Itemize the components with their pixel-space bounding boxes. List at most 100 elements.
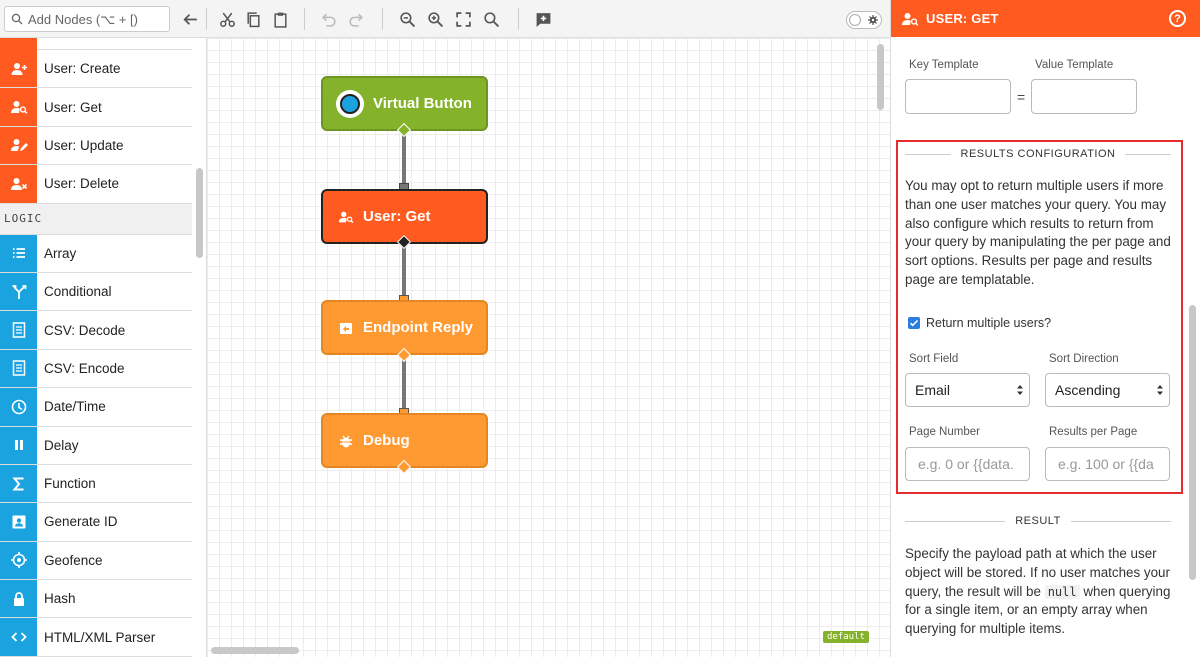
node-label: Endpoint Reply [363,319,473,336]
help-icon[interactable]: ? [1169,10,1186,27]
result-null-code: null [1044,584,1080,599]
fit-screen-icon[interactable] [453,9,473,29]
toolbar-separator [518,8,519,30]
search-box[interactable] [4,6,170,32]
sort-direction-value: Ascending [1055,382,1121,398]
palette-section-logic: LOGIC [0,203,192,235]
palette-item-label: User: Delete [44,176,120,192]
palette-item-generate-id[interactable]: Generate ID [0,503,192,542]
connection-wire [402,244,406,300]
palette-item-label: Delay [44,437,79,453]
user-delete-icon [0,165,37,203]
csv-encode-icon [0,349,37,388]
connection-wire [402,355,406,413]
lock-icon [0,580,37,618]
results-configuration-title: RESULTS CONFIGURATION [960,148,1116,160]
back-arrow-icon[interactable] [180,9,200,29]
node-palette-list: User: Create User: Get User: Update User… [0,38,192,657]
page-number-input[interactable] [905,447,1030,481]
palette-item-delay[interactable]: Delay [0,426,192,465]
return-multiple-label: Return multiple users? [926,316,1052,330]
node-endpoint-reply[interactable]: Endpoint Reply [321,300,488,355]
reply-icon [340,322,352,334]
canvas-vertical-scrollbar[interactable] [877,44,884,110]
palette-item-conditional[interactable]: Conditional [0,272,192,312]
results-per-page-label: Results per Page [1049,426,1138,438]
select-arrows-icon [1017,385,1023,395]
sigma-icon [0,464,37,503]
paste-icon[interactable] [270,9,290,29]
sort-field-select[interactable]: Email [905,373,1030,407]
sort-field-value: Email [915,382,951,398]
toolbar-separator [206,8,207,30]
results-per-page-input[interactable] [1045,447,1170,481]
palette-item-label: Generate ID [44,514,118,530]
user-search-icon [338,211,354,223]
palette-item-csv-decode[interactable]: CSV: Decode [0,311,192,350]
node-palette-sidebar: User: Create User: Get User: Update User… [0,38,207,657]
panel-title: USER: GET [926,11,999,26]
copy-icon[interactable] [243,9,263,29]
sort-direction-label: Sort Direction [1049,353,1119,365]
result-description: Specify the payload path at which the us… [905,545,1173,639]
node-label: Debug [363,432,410,449]
connection-wire [402,131,406,189]
panel-scrollbar[interactable] [1189,305,1196,580]
add-comment-icon[interactable] [533,9,553,29]
user-search-icon [902,12,919,26]
panel-header: USER: GET ? [891,0,1200,37]
redo-icon[interactable] [346,9,366,29]
zoom-in-icon[interactable] [425,9,445,29]
result-heading: RESULT [905,515,1171,527]
canvas-horizontal-scrollbar[interactable] [211,647,299,654]
palette-item-hash[interactable]: Hash [0,580,192,619]
sidebar-scrollbar[interactable] [196,168,203,258]
palette-item-label: Hash [44,591,76,607]
palette-item-array[interactable]: Array [0,234,192,273]
gear-icon [868,15,878,25]
palette-item-user-update[interactable]: User: Update [0,126,192,166]
code-icon [0,618,37,656]
zoom-reset-icon[interactable] [481,9,501,29]
results-configuration-heading: RESULTS CONFIGURATION [905,148,1171,160]
search-input[interactable] [28,11,168,27]
palette-item-html-xml-parser[interactable]: HTML/XML Parser [0,618,192,657]
palette-item-label: CSV: Encode [44,360,125,376]
search-icon [11,13,23,25]
workflow-canvas[interactable]: Virtual Button User: Get Endpoint Reply … [207,38,890,657]
list-icon [0,234,37,272]
palette-item-date-time[interactable]: Date/Time [0,388,192,427]
toolbar-separator [382,8,383,30]
sort-direction-select[interactable]: Ascending [1045,373,1170,407]
results-configuration-description: You may opt to return multiple users if … [905,178,1171,287]
zoom-out-icon[interactable] [397,9,417,29]
crosshair-icon [0,541,37,580]
key-template-input[interactable] [905,79,1011,114]
pause-icon [0,426,37,464]
palette-item-partial [0,38,192,50]
undo-icon[interactable] [318,9,338,29]
palette-item-label: CSV: Decode [44,322,126,338]
palette-item-function[interactable]: Function [0,464,192,504]
settings-toggle[interactable] [846,11,882,29]
palette-item-user-delete[interactable]: User: Delete [0,165,192,204]
csv-decode-icon [0,311,37,349]
version-badge: default [823,631,869,643]
value-template-input[interactable] [1031,79,1137,114]
palette-item-geofence[interactable]: Geofence [0,541,192,581]
palette-item-csv-encode[interactable]: CSV: Encode [0,349,192,389]
palette-item-label: Array [44,245,77,261]
palette-item-user-get[interactable]: User: Get [0,88,192,127]
palette-item-label: Function [44,476,96,492]
bug-icon [340,435,352,447]
node-label: Virtual Button [373,95,472,112]
palette-item-label: HTML/XML Parser [44,629,156,645]
result-title: RESULT [1015,515,1061,527]
palette-item-user-create[interactable]: User: Create [0,50,192,89]
cut-icon[interactable] [217,9,237,29]
palette-item-icon-partial [0,38,37,50]
node-label: User: Get [363,208,431,225]
branch-icon [0,272,37,311]
return-multiple-checkbox[interactable] [908,317,920,329]
select-arrows-icon [1157,385,1163,395]
